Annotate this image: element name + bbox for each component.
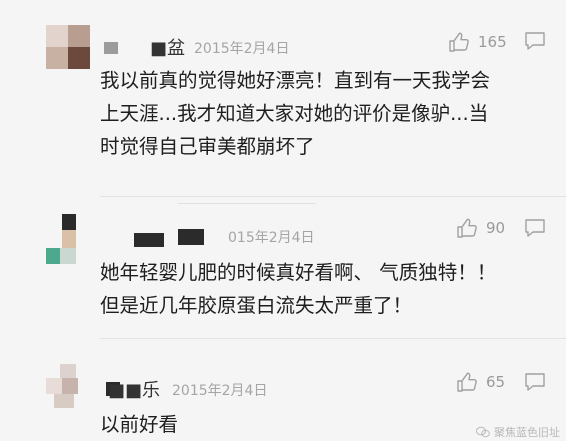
comment-item: ■盆 2015年2月4日 165 我以前真的觉得她好漂亮！直到有一天我学会 上天… bbox=[0, 0, 566, 200]
like-count: 90 bbox=[486, 219, 506, 237]
like-count: 165 bbox=[478, 33, 507, 51]
comment-text: 我以前真的觉得她好漂亮！直到有一天我学会 上天涯...我才知道大家对她的评价是像… bbox=[100, 69, 491, 158]
reply-button[interactable] bbox=[524, 31, 546, 55]
reply-button[interactable] bbox=[524, 372, 546, 396]
like-button[interactable]: 165 bbox=[448, 32, 507, 52]
comment-bubble-icon bbox=[525, 373, 545, 391]
avatar[interactable] bbox=[46, 214, 76, 266]
wechat-icon bbox=[476, 426, 490, 438]
watermark-text: 聚焦蓝色旧址 bbox=[494, 426, 560, 439]
username[interactable] bbox=[134, 229, 224, 247]
watermark: 聚焦蓝色旧址 bbox=[476, 424, 560, 440]
comment-text: 她年轻婴儿肥的时候真好看啊、 气质独特！！ 但是近几年胶原蛋白流失太严重了！ bbox=[100, 261, 497, 317]
username[interactable]: ■盆 bbox=[104, 38, 194, 59]
comment-date: 2015年2月4日 bbox=[194, 41, 290, 57]
like-button[interactable]: 90 bbox=[456, 218, 505, 238]
divider bbox=[100, 338, 566, 339]
comment-date: 015年2月4日 bbox=[228, 230, 315, 246]
avatar[interactable] bbox=[46, 25, 90, 69]
comment-bubble-icon bbox=[525, 32, 545, 50]
divider bbox=[100, 196, 566, 197]
comment-bubble-icon bbox=[525, 219, 545, 237]
thumbs-up-icon bbox=[457, 372, 477, 392]
comment-date: 2015年2月4日 bbox=[172, 383, 268, 399]
username-text: ■■乐 bbox=[108, 380, 161, 401]
username-text: ■盆 bbox=[150, 38, 186, 59]
like-button[interactable]: 65 bbox=[456, 372, 505, 392]
comment-item: 015年2月4日 90 她年轻婴儿肥的时候真好看啊、 气质独特！！ 但是近几年胶… bbox=[0, 200, 566, 340]
avatar[interactable] bbox=[46, 364, 90, 408]
divider bbox=[178, 203, 316, 204]
thumbs-up-icon bbox=[457, 218, 477, 238]
thumbs-up-icon bbox=[449, 32, 469, 52]
reply-button[interactable] bbox=[524, 218, 546, 242]
like-count: 65 bbox=[486, 373, 506, 391]
username[interactable]: ■■乐 bbox=[106, 380, 176, 401]
